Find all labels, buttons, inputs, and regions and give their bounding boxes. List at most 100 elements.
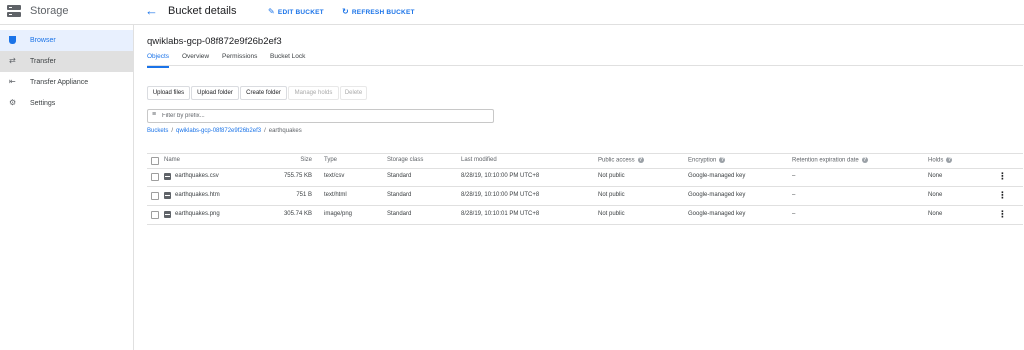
- more-options-icon[interactable]: ⋮: [998, 190, 1007, 200]
- sidebar: Browser ⇄ Transfer ⇤ Transfer Appliance …: [0, 25, 134, 350]
- object-last-modified: 8/28/19, 10:10:01 PM UTC+8: [461, 211, 540, 217]
- column-header-holds: Holds?: [928, 157, 953, 164]
- upload-folder-button[interactable]: Upload folder: [191, 86, 239, 100]
- column-header-public-access: Public access?: [598, 157, 644, 164]
- active-tab-indicator: [147, 66, 169, 68]
- column-header-retention-label: Retention expiration date: [792, 157, 859, 164]
- help-icon[interactable]: ?: [946, 157, 953, 163]
- column-header-encryption-label: Encryption: [688, 157, 717, 164]
- back-arrow-icon[interactable]: ←: [145, 4, 158, 18]
- object-storage-class: Standard: [387, 211, 412, 217]
- object-public-access: Not public: [598, 173, 625, 179]
- select-all-checkbox[interactable]: [151, 157, 159, 165]
- tab-permissions[interactable]: Permissions: [222, 53, 257, 60]
- appliance-icon: ⇤: [9, 77, 16, 86]
- upload-files-button[interactable]: Upload files: [147, 86, 190, 100]
- page-title: Bucket details: [168, 5, 237, 17]
- object-public-access: Not public: [598, 192, 625, 198]
- more-options-icon[interactable]: ⋮: [998, 171, 1007, 181]
- column-header-retention: Retention expiration date?: [792, 157, 868, 164]
- object-type: text/html: [324, 192, 347, 198]
- row-checkbox[interactable]: [151, 211, 159, 219]
- breadcrumb-current-folder: earthquakes: [268, 128, 302, 134]
- object-encryption: Google-managed key: [688, 192, 746, 198]
- file-icon: [164, 173, 171, 180]
- sidebar-item-label: Browser: [30, 37, 56, 44]
- breadcrumb: Buckets / qwiklabs-gcp-08f872e9f26b2ef3/ea…: [147, 128, 302, 134]
- tab-objects[interactable]: Objects: [147, 53, 170, 68]
- column-header-last-modified[interactable]: Last modified: [461, 157, 497, 163]
- sidebar-item-label: Settings: [30, 100, 56, 107]
- sidebar-item-settings[interactable]: ⚙ Settings: [0, 93, 133, 114]
- object-holds: None: [928, 173, 943, 179]
- sidebar-item-transfer[interactable]: ⇄ Transfer: [0, 51, 133, 72]
- column-header-name[interactable]: Name: [164, 157, 180, 163]
- help-icon[interactable]: ?: [861, 157, 868, 163]
- refresh-bucket-label: REFRESH BUCKET: [351, 9, 415, 16]
- row-checkbox[interactable]: [151, 192, 159, 200]
- column-header-encryption: Encryption?: [688, 157, 726, 164]
- table-header-row: Name Size Type Storage class Last modifi…: [147, 153, 1023, 169]
- object-size: 755.75 KB: [283, 173, 312, 179]
- object-encryption: Google-managed key: [688, 173, 746, 179]
- breadcrumb-buckets-link[interactable]: Buckets: [147, 128, 168, 134]
- object-type: text/csv: [324, 173, 345, 179]
- tab-overview[interactable]: Overview: [182, 53, 209, 60]
- column-header-storage-class[interactable]: Storage class: [387, 157, 423, 163]
- filter-icon: ≡: [152, 111, 157, 118]
- object-storage-class: Standard: [387, 192, 412, 198]
- column-header-public-access-label: Public access: [598, 157, 635, 164]
- top-bar: Storage ← Bucket details ✎ EDIT BUCKET ↻ R…: [0, 0, 1024, 25]
- delete-button[interactable]: Delete: [340, 86, 367, 100]
- object-holds: None: [928, 211, 943, 217]
- breadcrumb-separator: /: [171, 128, 174, 134]
- more-options-icon[interactable]: ⋮: [998, 209, 1007, 219]
- manage-holds-button[interactable]: Manage holds: [288, 86, 339, 100]
- help-icon[interactable]: ?: [637, 157, 644, 163]
- filter-box: ≡: [147, 109, 494, 123]
- table-row[interactable]: earthquakes.png 305.74 KB image/png Stan…: [147, 206, 1023, 225]
- create-folder-button[interactable]: Create folder: [240, 86, 287, 100]
- refresh-icon: ↻: [342, 7, 349, 16]
- object-name-link[interactable]: earthquakes.png: [175, 211, 220, 217]
- file-icon: [164, 211, 171, 218]
- column-header-holds-label: Holds: [928, 157, 944, 164]
- object-name-link[interactable]: earthquakes.csv: [175, 173, 219, 179]
- object-retention: –: [792, 192, 796, 198]
- object-size: 305.74 KB: [283, 211, 312, 217]
- object-retention: –: [792, 173, 796, 179]
- transfer-icon: ⇄: [9, 56, 16, 65]
- edit-bucket-label: EDIT BUCKET: [277, 9, 324, 16]
- tab-bucket-lock[interactable]: Bucket Lock: [270, 53, 305, 60]
- object-holds: None: [928, 192, 943, 198]
- sidebar-item-browser[interactable]: Browser: [0, 30, 133, 51]
- object-last-modified: 8/28/19, 10:10:00 PM UTC+8: [461, 173, 540, 179]
- bucket-icon: [9, 36, 16, 44]
- sidebar-item-transfer-appliance[interactable]: ⇤ Transfer Appliance: [0, 72, 133, 93]
- sidebar-item-label: Transfer: [30, 58, 56, 65]
- column-header-size[interactable]: Size: [277, 157, 312, 163]
- edit-bucket-button[interactable]: ✎ EDIT BUCKET: [268, 7, 324, 16]
- breadcrumb-separator: /: [264, 128, 266, 134]
- gear-icon: ⚙: [9, 98, 17, 107]
- object-type: image/png: [324, 211, 353, 217]
- column-header-type[interactable]: Type: [324, 157, 337, 163]
- object-retention: –: [792, 211, 796, 217]
- sidebar-item-label: Transfer Appliance: [30, 79, 89, 86]
- object-name-link[interactable]: earthquakes.htm: [175, 192, 220, 198]
- help-icon[interactable]: ?: [719, 157, 726, 163]
- tab-label: Objects: [147, 53, 170, 60]
- object-storage-class: Standard: [387, 173, 412, 179]
- product-title: Storage: [30, 5, 69, 17]
- refresh-bucket-button[interactable]: ↻ REFRESH BUCKET: [342, 7, 415, 16]
- object-encryption: Google-managed key: [688, 211, 746, 217]
- row-checkbox[interactable]: [151, 173, 159, 181]
- bucket-name: qwiklabs-gcp-08f872e9f26b2ef3: [147, 36, 282, 47]
- filter-input[interactable]: [162, 111, 482, 120]
- table-row[interactable]: earthquakes.csv 755.75 KB text/csv Stand…: [147, 168, 1023, 187]
- breadcrumb-bucket-link[interactable]: qwiklabs-gcp-08f872e9f26b2ef3: [176, 128, 261, 134]
- object-public-access: Not public: [598, 211, 625, 217]
- tab-bar: Objects Overview Permissions Bucket Lock: [147, 51, 1023, 68]
- table-row[interactable]: earthquakes.htm 751 B text/html Standard…: [147, 187, 1023, 206]
- file-icon: [164, 192, 171, 199]
